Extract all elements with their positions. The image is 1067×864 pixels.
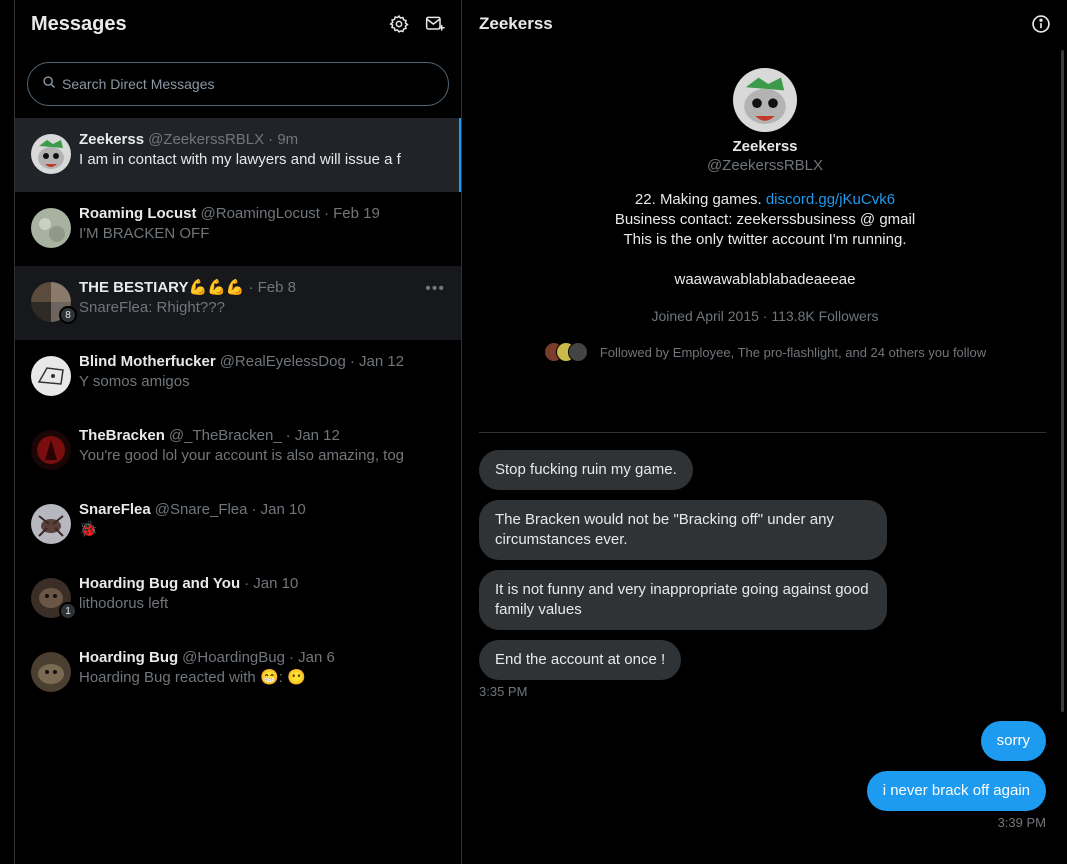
- conversation-preview: 🐞: [79, 521, 98, 538]
- avatar: [31, 430, 71, 470]
- conversation-time: · Jan 10: [244, 575, 299, 592]
- conversation-time: · Jan 6: [288, 649, 335, 666]
- conversation-time: · Jan 12: [349, 353, 405, 370]
- avatar: [31, 504, 71, 544]
- conversation-handle: @_TheBracken_: [168, 427, 282, 444]
- message-bubble-received[interactable]: It is not funny and very inappropriate g…: [479, 570, 887, 630]
- bio-text: waawawablablabadeaeeae: [674, 271, 856, 288]
- conversation-preview: I'M BRACKEN OFF: [79, 225, 210, 242]
- bio-text: This is the only twitter account I'm run…: [623, 231, 907, 248]
- conversation-name: Hoarding Bug: [79, 649, 179, 666]
- bio-text: 22. Making games.: [634, 191, 766, 208]
- message-bubble-sent[interactable]: sorry: [980, 721, 1046, 761]
- followed-by[interactable]: Followed by Employee, The pro-flashlight…: [463, 342, 1067, 362]
- chat-pane: Zeekerss Zeekerss @ZeekerssRBLX 22. Maki…: [463, 0, 1067, 864]
- chat-header: Zeekerss: [463, 0, 1067, 48]
- search-box[interactable]: [27, 62, 449, 106]
- conversation-time: · Jan 10: [251, 501, 306, 518]
- conversation-preview: Y somos amigos: [79, 373, 190, 390]
- conversation-item-hoarding-bug[interactable]: Hoarding Bug @HoardingBug · Jan 6 Hoarding…: [15, 636, 461, 710]
- conversation-time: · Jan 12: [285, 427, 340, 444]
- conversation-name: Blind Motherfucker: [79, 353, 216, 370]
- message-bubble-received[interactable]: End the account at once !: [479, 640, 682, 680]
- avatar: [31, 134, 71, 174]
- conversation-item-zeekerss[interactable]: Zeekerss @ZeekerssRBLX · 9m I am in contac…: [15, 118, 461, 192]
- info-icon[interactable]: [1031, 14, 1051, 34]
- message-timestamp: 3:35 PM: [479, 684, 528, 699]
- message-bubble-sent[interactable]: i never brack off again: [866, 771, 1046, 811]
- conversation-item-roaming-locust[interactable]: Roaming Locust @RoamingLocust · Feb 19 I'M…: [15, 192, 461, 266]
- bio-link[interactable]: discord.gg/jKuCvk6: [766, 191, 895, 208]
- conversation-item-blind-motherfucker[interactable]: Blind Motherfucker @RealEyelessDog · Jan 1…: [15, 340, 461, 414]
- followed-by-text: Followed by Employee, The pro-flashlight…: [599, 344, 987, 360]
- conversation-name: Hoarding Bug and You: [79, 575, 241, 592]
- bio-text: Business contact: zeekerssbusiness @ gma…: [614, 211, 916, 228]
- conversation-time: · Feb 8: [248, 279, 297, 296]
- page-title: Messages: [31, 12, 127, 35]
- message-thread: Stop fucking ruin my game. The Bracken w…: [479, 450, 1046, 830]
- settings-gear-icon[interactable]: [389, 14, 409, 34]
- conversation-name: SnareFlea: [79, 501, 151, 518]
- conversation-time: · 9m: [268, 131, 299, 148]
- scrollbar[interactable]: [1061, 50, 1064, 712]
- conversation-item-the-bestiary[interactable]: 8 THE BESTIARY💪💪💪 · Feb 8 SnareFlea: Rhig…: [15, 266, 461, 340]
- conversation-time: · Feb 19: [323, 205, 380, 222]
- conversation-preview: You're good lol your account is also ama…: [79, 447, 405, 464]
- member-count-badge: 8: [59, 306, 77, 324]
- new-message-icon[interactable]: [425, 14, 445, 34]
- divider: [479, 432, 1046, 433]
- messages-header: Messages: [15, 0, 461, 48]
- conversation-item-thebracken[interactable]: TheBracken @_TheBracken_ · Jan 12 You're g…: [15, 414, 461, 488]
- follower-avatars: [543, 342, 588, 362]
- conversation-item-snareflea[interactable]: SnareFlea @Snare_Flea · Jan 10 🐞: [15, 488, 461, 562]
- profile-avatar[interactable]: [733, 68, 797, 132]
- profile-name: Zeekerss: [732, 138, 798, 155]
- conversation-handle: @ZeekerssRBLX: [148, 131, 265, 148]
- conversation-handle: @Snare_Flea: [154, 501, 248, 518]
- avatar: [31, 356, 71, 396]
- conversation-handle: @RealEyelessDog: [219, 353, 346, 370]
- member-count-badge: 1: [59, 602, 77, 620]
- avatar: [31, 208, 71, 248]
- search-icon: [42, 75, 56, 94]
- profile-bio: 22. Making games. discord.gg/jKuCvk6 Bus…: [463, 190, 1067, 290]
- conversation-name: Roaming Locust: [79, 205, 197, 222]
- conversation-list: Zeekerss @ZeekerssRBLX · 9m I am in contac…: [15, 118, 461, 710]
- message-timestamp: 3:39 PM: [997, 815, 1046, 830]
- conversation-item-hoarding-bug-and-you[interactable]: 1 Hoarding Bug and You · Jan 10 lithodoru…: [15, 562, 461, 636]
- conversation-name: Zeekerss: [79, 131, 145, 148]
- conversation-list-pane: Messages Zeekerss@ZeekerssR: [14, 0, 462, 864]
- conversation-handle: @HoardingBug: [182, 649, 285, 666]
- profile-handle: @ZeekerssRBLX: [706, 157, 824, 174]
- conversation-name: TheBracken: [79, 427, 165, 444]
- conversation-preview: SnareFlea: Rhight???: [79, 299, 225, 316]
- profile-card[interactable]: Zeekerss @ZeekerssRBLX 22. Making games.…: [463, 48, 1067, 362]
- profile-meta: Joined April 2015 · 113.8K Followers: [651, 308, 879, 324]
- more-options-icon[interactable]: •••: [425, 280, 445, 298]
- search-input[interactable]: [62, 76, 434, 92]
- conversation-name: THE BESTIARY💪💪💪: [79, 279, 245, 296]
- message-bubble-received[interactable]: The Bracken would not be "Bracking off" …: [479, 500, 887, 560]
- message-bubble-received[interactable]: Stop fucking ruin my game.: [479, 450, 693, 490]
- conversation-preview: Hoarding Bug reacted with 😁: 😶: [79, 669, 306, 686]
- conversation-preview: I am in contact with my lawyers and will…: [79, 151, 401, 168]
- conversation-preview: lithodorus left: [79, 595, 169, 612]
- avatar: [31, 652, 71, 692]
- chat-title: Zeekerss: [479, 14, 553, 33]
- conversation-handle: @RoamingLocust: [200, 205, 320, 222]
